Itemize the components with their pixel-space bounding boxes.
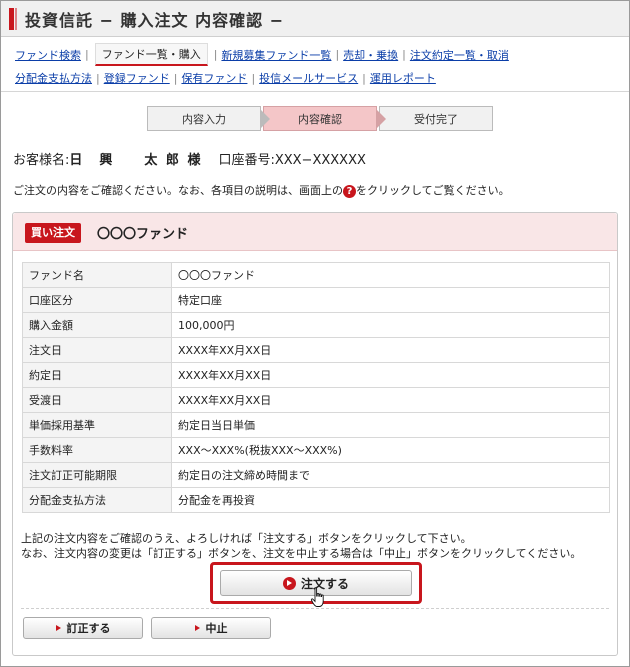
step-arrow-icon	[376, 109, 386, 129]
confirmation-line-2: なお、注文内容の変更は「訂正する」ボタンを、注文を中止する場合は「中止」ボタンを…	[21, 547, 582, 560]
instruction-text: ご注文の内容をご確認ください。なお、各項目の説明は、画面上の? をクリックしてご覧…	[13, 182, 510, 198]
nav-separator: |	[173, 71, 178, 85]
row-key: 分配金支払方法	[22, 487, 172, 513]
row-value: 特定口座	[171, 287, 610, 313]
table-row: 注文訂正可能期限 約定日の注文締め時間まで	[22, 462, 610, 488]
nav-link-dividend[interactable]: 分配金支払方法	[15, 70, 92, 86]
order-panel: 買い注文 〇〇〇ファンド ファンド名 〇〇〇ファンド 口座区分 特定口座 購入金額 1…	[12, 212, 618, 656]
nav-link-mail-service[interactable]: 投信メールサービス	[259, 70, 358, 86]
row-key: 購入金額	[22, 312, 172, 338]
step-arrow-icon	[260, 109, 270, 129]
nav-separator: |	[85, 48, 89, 61]
page-title: 投資信託 − 購入注文 内容確認 −	[25, 11, 285, 30]
triangle-right-icon	[194, 625, 200, 631]
hand-cursor-icon	[310, 587, 324, 607]
row-value: XXXX年XX月XX日	[171, 337, 610, 363]
row-key: ファンド名	[22, 262, 172, 288]
step-label: 内容確認	[298, 112, 342, 126]
play-icon	[282, 576, 296, 590]
step-label: 受付完了	[414, 112, 458, 126]
row-key: 約定日	[22, 362, 172, 388]
step-complete: 受付完了	[379, 106, 493, 131]
nav-link-sell-switch[interactable]: 売却・乗換	[343, 47, 398, 63]
order-details-table: ファンド名 〇〇〇ファンド 口座区分 特定口座 購入金額 100,000円 注文日 XX…	[22, 262, 610, 513]
revise-button-label: 訂正する	[66, 622, 111, 635]
cancel-button-label: 中止	[205, 622, 228, 635]
order-type-badge: 買い注文	[25, 223, 81, 243]
row-value: 〇〇〇ファンド	[171, 262, 610, 288]
title-bar: 投資信託 − 購入注文 内容確認 −	[1, 1, 629, 37]
row-key: 手数料率	[22, 437, 172, 463]
progress-steps: 内容入力 内容確認 受付完了	[147, 106, 495, 131]
title-accent-bar	[9, 8, 14, 30]
nav-row-1: ファンド検索 | ファンド一覧・購入 | 新規募集ファンド一覧 | 売却・乗換 …	[15, 43, 509, 66]
revise-button[interactable]: 訂正する	[23, 617, 143, 639]
row-value: XXX〜XXX%(税抜XXX〜XXX%)	[171, 437, 610, 463]
instruction-after: をクリックしてご覧ください。	[356, 184, 510, 197]
confirmation-message: 上記の注文内容をご確認のうえ、よろしければ「注文する」ボタンをクリックして下さい…	[21, 531, 581, 561]
nav-link-report[interactable]: 運用レポート	[370, 70, 436, 86]
table-row: 単価採用基準 約定日当日単価	[22, 412, 610, 438]
nav-row-2: 分配金支払方法 | 登録ファンド | 保有ファンド | 投信メールサービス | …	[15, 70, 436, 86]
nav-link-fund-list-active[interactable]: ファンド一覧・購入	[94, 43, 208, 66]
nav-link-order-list[interactable]: 注文約定一覧・取消	[410, 47, 509, 63]
account-number: 口座番号:XXX−XXXXXX	[218, 153, 366, 168]
nav-separator: |	[335, 48, 340, 61]
step-confirm-current: 内容確認	[263, 106, 386, 131]
table-row: 受渡日 XXXX年XX月XX日	[22, 387, 610, 413]
table-row: 分配金支払方法 分配金を再投資	[22, 487, 610, 513]
row-value: 100,000円	[171, 312, 610, 338]
table-row: 購入金額 100,000円	[22, 312, 610, 338]
nav-separator: |	[251, 71, 256, 85]
instruction-before: ご注文の内容をご確認ください。なお、各項目の説明は、画面上の	[13, 184, 343, 197]
nav-separator: |	[362, 71, 366, 85]
help-icon[interactable]: ?	[343, 184, 356, 198]
row-value: XXXX年XX月XX日	[171, 362, 610, 388]
table-row: 約定日 XXXX年XX月XX日	[22, 362, 610, 388]
title-accent-bar-thin	[15, 8, 17, 30]
step-input: 内容入力	[147, 106, 270, 131]
row-key: 注文訂正可能期限	[22, 462, 172, 488]
customer-name: 日 興 太 郎 様	[69, 153, 203, 168]
row-value: 約定日の注文締め時間まで	[171, 462, 610, 488]
order-panel-header: 買い注文 〇〇〇ファンド	[13, 213, 617, 251]
table-row: 手数料率 XXX〜XXX%(税抜XXX〜XXX%)	[22, 437, 610, 463]
table-row: ファンド名 〇〇〇ファンド	[22, 262, 610, 288]
nav-separator: |	[96, 71, 100, 85]
table-row: 口座区分 特定口座	[22, 287, 610, 313]
divider	[21, 608, 609, 609]
window-frame: 投資信託 − 購入注文 内容確認 − ファンド検索 | ファンド一覧・購入 | …	[0, 0, 630, 667]
confirmation-line-1: 上記の注文内容をご確認のうえ、よろしければ「注文する」ボタンをクリックして下さい…	[21, 532, 472, 545]
nav-separator: |	[402, 48, 406, 61]
nav-link-fund-search[interactable]: ファンド検索	[15, 47, 81, 63]
nav-separator: |	[213, 48, 218, 61]
cancel-button[interactable]: 中止	[151, 617, 271, 639]
triangle-right-icon	[55, 625, 61, 631]
row-key: 注文日	[22, 337, 172, 363]
row-key: 単価採用基準	[22, 412, 172, 438]
table-row: 注文日 XXXX年XX月XX日	[22, 337, 610, 363]
row-key: 受渡日	[22, 387, 172, 413]
nav-link-new-fund[interactable]: 新規募集ファンド一覧	[221, 47, 331, 63]
order-fund-name: 〇〇〇ファンド	[97, 227, 189, 242]
step-label: 内容入力	[182, 112, 226, 126]
row-value: 約定日当日単価	[171, 412, 610, 438]
nav-menu: ファンド検索 | ファンド一覧・購入 | 新規募集ファンド一覧 | 売却・乗換 …	[1, 38, 629, 92]
nav-link-holdings[interactable]: 保有ファンド	[181, 70, 247, 86]
row-value: 分配金を再投資	[171, 487, 610, 513]
customer-info: お客様名:日 興 太 郎 様口座番号:XXX−XXXXXX	[13, 149, 366, 168]
row-value: XXXX年XX月XX日	[171, 387, 610, 413]
customer-label: お客様名:	[13, 153, 70, 168]
nav-link-registered[interactable]: 登録ファンド	[104, 70, 170, 86]
row-key: 口座区分	[22, 287, 172, 313]
